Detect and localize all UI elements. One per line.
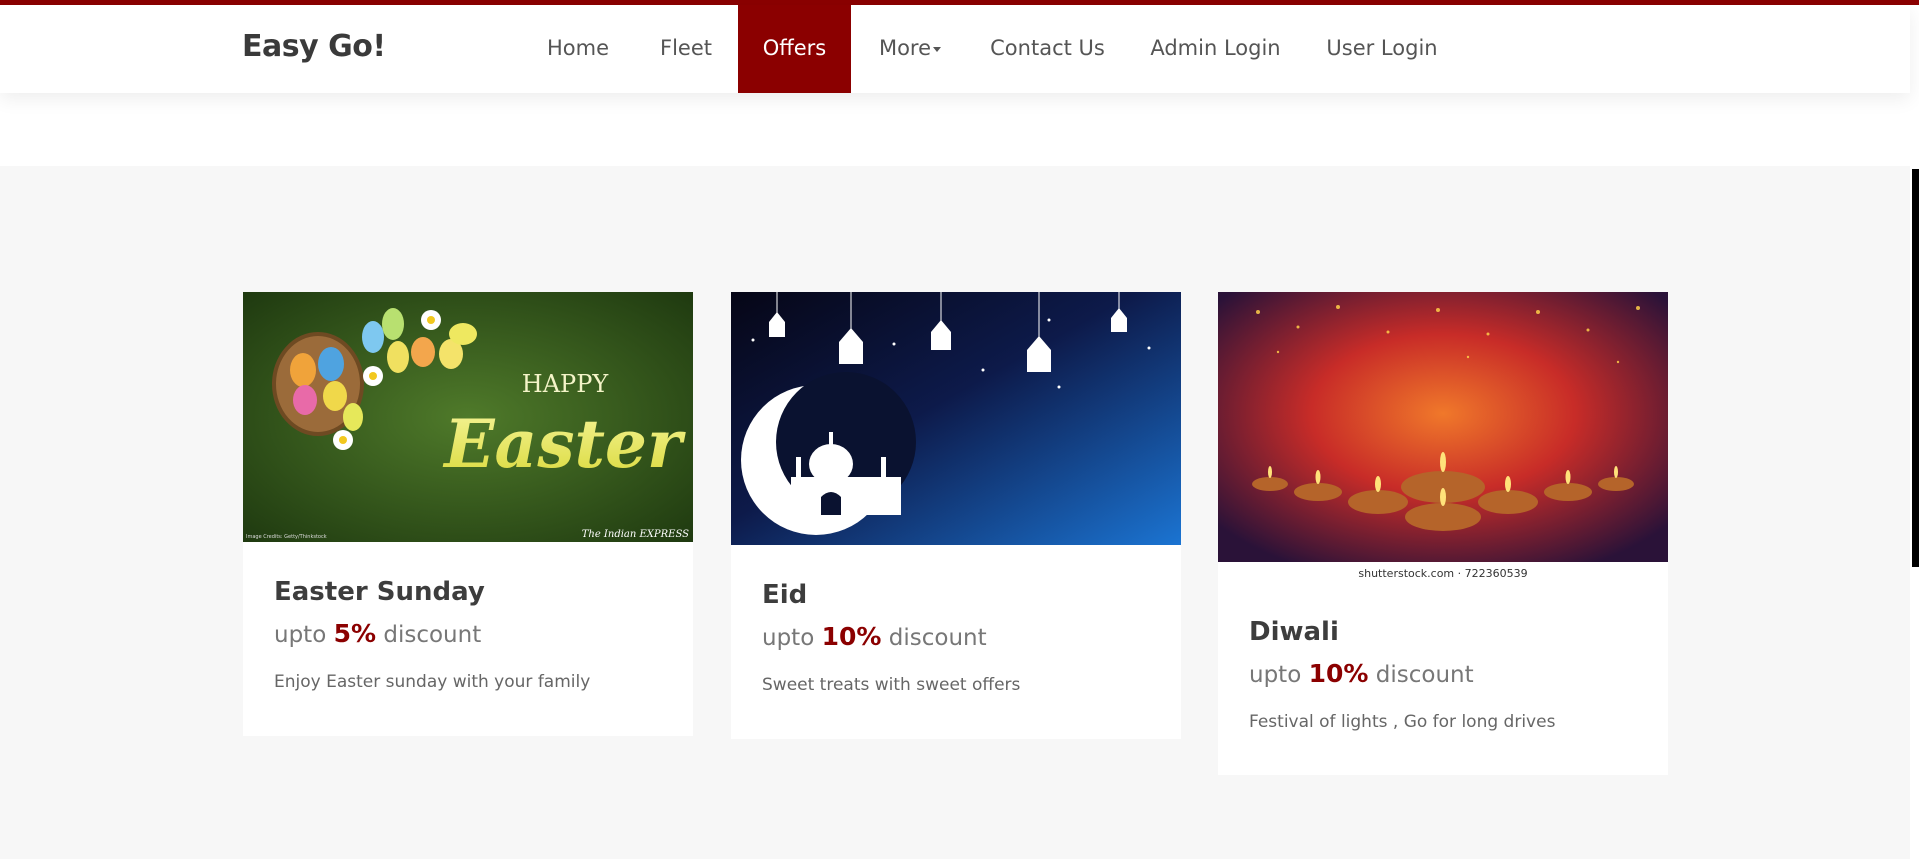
offer-description: Enjoy Easter sunday with your family xyxy=(274,672,591,692)
offer-description: Sweet treats with sweet offers xyxy=(762,675,1021,695)
easter-credit-small: Image Credits: Getty/Thinkstock xyxy=(246,534,327,540)
nav-offers[interactable]: Offers xyxy=(738,5,851,93)
nav-contact[interactable]: Contact Us xyxy=(985,5,1110,93)
offer-title: Easter Sunday xyxy=(274,577,485,607)
easter-image: HAPPY Easter Image Credits: Getty/Thinks… xyxy=(243,292,693,542)
offer-card-easter[interactable]: HAPPY Easter Image Credits: Getty/Thinks… xyxy=(243,292,693,736)
offer-description: Festival of lights , Go for long drives xyxy=(1249,712,1556,732)
easter-credit: The Indian EXPRESS xyxy=(582,529,689,540)
offer-discount: upto 10% discount xyxy=(762,622,1020,651)
easter-script-text: Easter xyxy=(442,405,686,483)
card-body: Easter Sunday upto 5% discount Enjoy Eas… xyxy=(274,577,590,692)
discount-suffix: discount xyxy=(383,622,482,648)
offer-card-eid[interactable]: Eid upto 10% discount Sweet treats with … xyxy=(731,292,1181,739)
nav-home[interactable]: Home xyxy=(527,5,629,93)
offer-discount: upto 10% discount xyxy=(1249,659,1555,688)
discount-suffix: discount xyxy=(1375,662,1474,688)
diwali-image: shutterstock.com · 722360539 xyxy=(1218,292,1668,582)
eid-image xyxy=(731,292,1181,545)
eid-illustration xyxy=(731,292,1181,545)
nav-more-label: More xyxy=(878,36,932,60)
discount-prefix: upto xyxy=(274,622,327,648)
offer-title: Diwali xyxy=(1249,617,1339,647)
nav-fleet[interactable]: Fleet xyxy=(636,5,736,93)
diwali-credit: shutterstock.com · 722360539 xyxy=(1358,567,1527,580)
diwali-illustration: shutterstock.com · 722360539 xyxy=(1218,292,1668,582)
discount-percent: 10% xyxy=(821,622,882,651)
easter-happy-text: HAPPY xyxy=(522,370,610,398)
discount-percent: 10% xyxy=(1308,659,1369,688)
discount-prefix: upto xyxy=(1249,662,1302,688)
discount-suffix: discount xyxy=(888,625,987,651)
offer-discount: upto 5% discount xyxy=(274,619,590,648)
nav-admin-login[interactable]: Admin Login xyxy=(1148,5,1283,93)
brand-logo[interactable]: Easy Go! xyxy=(242,29,386,64)
nav-user-login[interactable]: User Login xyxy=(1323,5,1441,93)
card-body: Eid upto 10% discount Sweet treats with … xyxy=(762,580,1020,695)
offer-title: Eid xyxy=(762,580,808,610)
nav-more[interactable]: More xyxy=(860,5,960,93)
scrollbar-thumb[interactable] xyxy=(1912,169,1919,567)
offer-card-diwali[interactable]: shutterstock.com · 722360539 Diwali upto… xyxy=(1218,292,1668,775)
caret-down-icon xyxy=(933,46,942,52)
card-body: Diwali upto 10% discount Festival of lig… xyxy=(1249,617,1555,732)
easter-illustration: HAPPY Easter Image Credits: Getty/Thinks… xyxy=(243,292,693,542)
discount-prefix: upto xyxy=(762,625,815,651)
navbar: Easy Go! Home Fleet Offers More Contact … xyxy=(0,5,1910,93)
discount-percent: 5% xyxy=(333,619,377,648)
